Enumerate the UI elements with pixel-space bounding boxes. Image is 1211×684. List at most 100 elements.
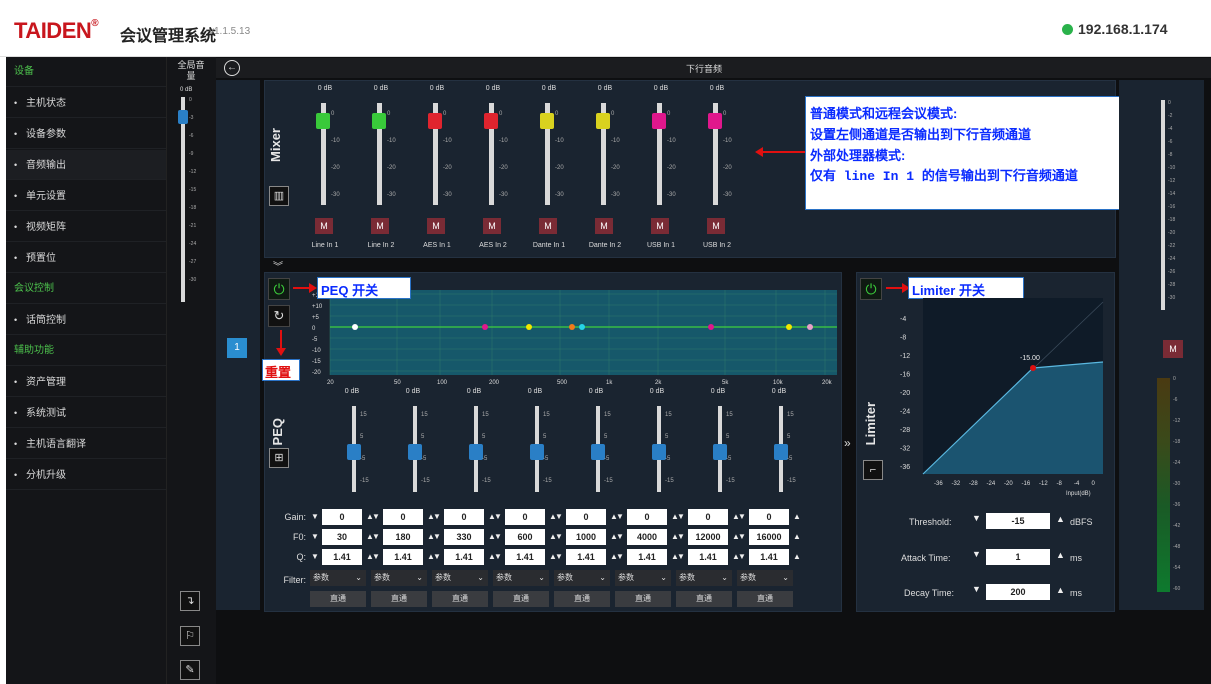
mute-button[interactable]: M bbox=[315, 218, 333, 234]
band-gain-input[interactable]: 0 bbox=[505, 509, 545, 525]
peq-band-point[interactable] bbox=[807, 324, 813, 330]
band-gain-input[interactable]: 0 bbox=[749, 509, 789, 525]
filter-select[interactable]: 参数 ⌄ bbox=[493, 570, 549, 586]
band-q-input[interactable]: 1.41 bbox=[322, 549, 362, 565]
fader-handle[interactable] bbox=[540, 113, 554, 129]
band-q-input[interactable]: 1.41 bbox=[749, 549, 789, 565]
band-q-input[interactable]: 1.41 bbox=[505, 549, 545, 565]
decrement-button[interactable]: ▼ bbox=[369, 549, 383, 565]
attack-input[interactable]: 1 bbox=[986, 549, 1050, 565]
decrement-button[interactable]: ▼ bbox=[674, 509, 688, 525]
threshold-increment[interactable]: ▲ bbox=[1056, 514, 1065, 524]
band-q-input[interactable]: 1.41 bbox=[688, 549, 728, 565]
filter-select[interactable]: 参数 ⌄ bbox=[737, 570, 793, 586]
bypass-button[interactable]: 直通 bbox=[432, 591, 488, 607]
band-q-input[interactable]: 1.41 bbox=[627, 549, 667, 565]
band-fader-handle[interactable] bbox=[469, 444, 483, 460]
channel-tab[interactable]: 1 bbox=[227, 338, 247, 358]
bypass-button[interactable]: 直通 bbox=[554, 591, 610, 607]
collapse-chevron-icon[interactable]: ︾ bbox=[273, 258, 283, 273]
limiter-graph[interactable]: -4 -8 -12 -16 -20 -24 -28 -32 -36 -36 -32 -28 -24 -20… bbox=[898, 298, 1108, 498]
decrement-button[interactable]: ▼ bbox=[674, 549, 688, 565]
master-fader-handle[interactable] bbox=[178, 110, 188, 124]
peq-band-point[interactable] bbox=[482, 324, 488, 330]
decrement-button[interactable]: ▼ bbox=[613, 549, 627, 565]
sidebar-item[interactable]: • 话筒控制 bbox=[6, 305, 166, 335]
band-f0-input[interactable]: 600 bbox=[505, 529, 545, 545]
band-fader-handle[interactable] bbox=[774, 444, 788, 460]
limiter-icon[interactable]: ⌐ bbox=[863, 460, 883, 480]
mixer-icon[interactable]: ▥ bbox=[269, 186, 289, 206]
decrement-button[interactable]: ▼ bbox=[552, 529, 566, 545]
band-gain-input[interactable]: 0 bbox=[688, 509, 728, 525]
bypass-button[interactable]: 直通 bbox=[493, 591, 549, 607]
mute-button[interactable]: M bbox=[483, 218, 501, 234]
fader-handle[interactable] bbox=[708, 113, 722, 129]
band-f0-input[interactable]: 4000 bbox=[627, 529, 667, 545]
mute-button[interactable]: M bbox=[427, 218, 445, 234]
chevron-right-icon[interactable]: » bbox=[844, 436, 851, 450]
limiter-power-button[interactable]: ⏻ bbox=[860, 278, 882, 300]
decrement-button[interactable]: ▼ bbox=[613, 509, 627, 525]
decay-increment[interactable]: ▲ bbox=[1056, 585, 1065, 595]
band-q-input[interactable]: 1.41 bbox=[444, 549, 484, 565]
fader-handle[interactable] bbox=[652, 113, 666, 129]
filter-select[interactable]: 参数 ⌄ bbox=[615, 570, 671, 586]
decay-input[interactable]: 200 bbox=[986, 584, 1050, 600]
increment-button[interactable]: ▲ bbox=[790, 509, 804, 525]
band-f0-input[interactable]: 16000 bbox=[749, 529, 789, 545]
decrement-button[interactable]: ▼ bbox=[308, 549, 322, 565]
bypass-button[interactable]: 直通 bbox=[737, 591, 793, 607]
peq-band-point[interactable] bbox=[569, 324, 575, 330]
fader-handle[interactable] bbox=[316, 113, 330, 129]
decrement-button[interactable]: ▼ bbox=[491, 529, 505, 545]
band-fader-handle[interactable] bbox=[530, 444, 544, 460]
increment-button[interactable]: ▲ bbox=[790, 549, 804, 565]
decrement-button[interactable]: ▼ bbox=[735, 549, 749, 565]
decrement-button[interactable]: ▼ bbox=[735, 529, 749, 545]
band-fader-handle[interactable] bbox=[408, 444, 422, 460]
band-fader-handle[interactable] bbox=[591, 444, 605, 460]
peq-band-point[interactable] bbox=[352, 324, 358, 330]
mute-button[interactable]: M bbox=[595, 218, 613, 234]
output-fader-track[interactable] bbox=[1161, 100, 1165, 310]
decay-decrement[interactable]: ▼ bbox=[972, 584, 981, 594]
threshold-input[interactable]: -15 bbox=[986, 513, 1050, 529]
band-f0-input[interactable]: 180 bbox=[383, 529, 423, 545]
decrement-button[interactable]: ▼ bbox=[735, 509, 749, 525]
mute-button[interactable]: M bbox=[371, 218, 389, 234]
decrement-button[interactable]: ▼ bbox=[369, 529, 383, 545]
decrement-button[interactable]: ▼ bbox=[491, 509, 505, 525]
band-f0-input[interactable]: 12000 bbox=[688, 529, 728, 545]
band-f0-input[interactable]: 1000 bbox=[566, 529, 606, 545]
bypass-button[interactable]: 直通 bbox=[371, 591, 427, 607]
attack-decrement[interactable]: ▼ bbox=[972, 549, 981, 559]
sidebar-item[interactable]: • 视频矩阵 bbox=[6, 212, 166, 242]
band-fader-handle[interactable] bbox=[652, 444, 666, 460]
band-gain-input[interactable]: 0 bbox=[566, 509, 606, 525]
back-button[interactable]: ← bbox=[224, 60, 240, 76]
decrement-button[interactable]: ▼ bbox=[369, 509, 383, 525]
decrement-button[interactable]: ▼ bbox=[308, 509, 322, 525]
peq-band-point[interactable] bbox=[526, 324, 532, 330]
increment-button[interactable]: ▲ bbox=[790, 529, 804, 545]
peq-icon[interactable]: ⊞ bbox=[269, 448, 289, 468]
peq-power-button[interactable]: ⏻ bbox=[268, 278, 290, 300]
master-fader-track[interactable] bbox=[181, 97, 185, 302]
bypass-button[interactable]: 直通 bbox=[310, 591, 366, 607]
band-gain-input[interactable]: 0 bbox=[383, 509, 423, 525]
filter-select[interactable]: 参数 ⌄ bbox=[676, 570, 732, 586]
threshold-decrement[interactable]: ▼ bbox=[972, 513, 984, 529]
sidebar-item[interactable]: • 主机状态 bbox=[6, 88, 166, 118]
decrement-button[interactable]: ▼ bbox=[308, 529, 322, 545]
band-q-input[interactable]: 1.41 bbox=[383, 549, 423, 565]
decrement-button[interactable]: ▼ bbox=[430, 529, 444, 545]
sidebar-item[interactable]: • 资产管理 bbox=[6, 367, 166, 397]
band-gain-input[interactable]: 0 bbox=[627, 509, 667, 525]
fader-handle[interactable] bbox=[596, 113, 610, 129]
decrement-button[interactable]: ▼ bbox=[430, 509, 444, 525]
filter-select[interactable]: 参数 ⌄ bbox=[432, 570, 488, 586]
band-fader-handle[interactable] bbox=[347, 444, 361, 460]
sidebar-item[interactable]: • 主机语言翻译 bbox=[6, 429, 166, 459]
decrement-button[interactable]: ▼ bbox=[674, 529, 688, 545]
